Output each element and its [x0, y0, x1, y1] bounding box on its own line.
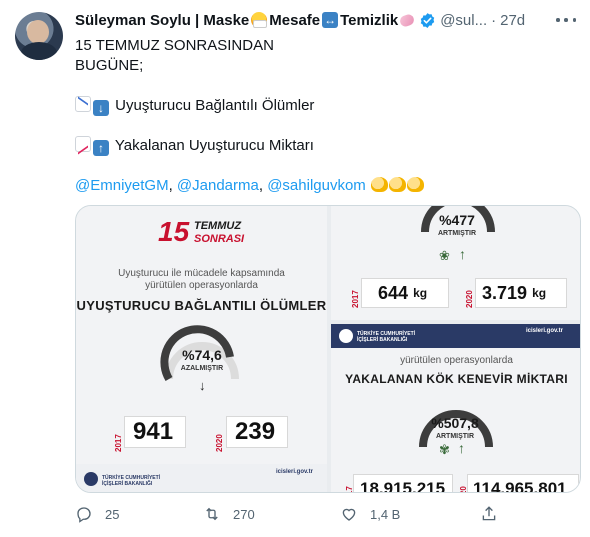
ministry-name: TÜRKİYE CUMHURİYETİ İÇİŞLERİ BAKANLIĞI [102, 475, 161, 487]
sonrasi-label: SONRASI [194, 233, 245, 245]
retweet-icon [206, 507, 218, 521]
cannabis-heading: YAKALANAN KÖK KENEVİR MİKTARI [345, 372, 568, 386]
mention-emniyetgm[interactable]: @EmniyetGM [75, 177, 169, 194]
temmuz-label: TEMMUZ [194, 220, 242, 232]
avatar-body [21, 42, 57, 60]
tweet-item-seized: ↑ Yakalanan Uyuşturucu Miktarı [75, 136, 575, 156]
author-name[interactable]: Süleyman Soylu | Maske [75, 12, 249, 29]
percent-seized-label: ARTMIŞTIR [437, 230, 477, 237]
chart-increasing-icon [75, 136, 91, 152]
value-unit: kg [413, 286, 428, 300]
retweet-count: 270 [233, 506, 255, 522]
cannabis-leaf-icon: ✾ [439, 442, 450, 457]
down-arrow-icon: ↓ [199, 378, 206, 393]
mentions-line: @EmniyetGM, @Jandarma, @sahilguvkom [75, 176, 575, 196]
value-number: 3.719 [482, 282, 528, 303]
retweet-button[interactable]: 270 [203, 505, 255, 523]
up-arrow-icon: ↑ [459, 246, 466, 262]
percent-deaths-label: AZALMIŞTIR [180, 365, 224, 372]
percent-cannabis: %507,8 [431, 415, 479, 431]
value-number: 644 [378, 282, 409, 303]
ministry-site: icisleri.gov.tr [276, 469, 313, 475]
separator-dot: · [491, 11, 497, 29]
left-right-arrow-emoji-icon: ↔ [322, 12, 339, 28]
infographic-seized-total[interactable]: %477 ARTMIŞTIR ❀ ↑ 2017 644 kg 2020 3.71… [331, 206, 580, 320]
ministry-site: icisleri.gov.tr [526, 328, 563, 334]
value-2017-seized: 644 kg [361, 278, 449, 308]
header-bar: TÜRKİYE CUMHURİYETİ İÇİŞLERİ BAKANLIĞI i… [331, 324, 580, 348]
tweet-line: 15 TEMMUZ SONRASINDAN [75, 37, 274, 54]
year-2020: 2020 [465, 290, 474, 308]
down-arrow-icon: ↓ [93, 100, 109, 116]
media-grid: 15 TEMMUZ SONRASI Uyuşturucu ile mücadel… [75, 205, 581, 493]
item-deaths-label: Uyuşturucu Bağlantılı Ölümler [115, 97, 315, 114]
year-2017: 2017 [351, 290, 360, 308]
ministry-logo-icon [84, 472, 98, 486]
footer-bar: TÜRKİYE CUMHURİYETİ İÇİŞLERİ BAKANLIĞI i… [76, 464, 327, 492]
value-2017-cannabis: 18.915.215 [353, 474, 453, 492]
share-button[interactable] [480, 505, 498, 523]
verified-badge-icon [420, 12, 435, 28]
mention-sahilguvkom[interactable]: @sahilguvkom [267, 177, 366, 194]
value-2020-deaths: 239 [226, 416, 288, 448]
subtitle-line-2: yürütülen operasyonlarda [145, 280, 258, 291]
infographic-cannabis-roots[interactable]: TÜRKİYE CUMHURİYETİ İÇİŞLERİ BAKANLIĞI i… [331, 324, 580, 492]
reply-button[interactable]: 25 [75, 505, 119, 523]
mention-jandarma[interactable]: @Jandarma [177, 177, 259, 194]
comma: , [168, 177, 173, 194]
year-2017: 2017 [114, 434, 123, 452]
author-handle[interactable]: @sul... [440, 12, 487, 29]
percent-seized: %477 [439, 212, 475, 228]
soap-emoji-icon [398, 12, 416, 28]
value-2020-cannabis: 114.965.801 [467, 474, 579, 492]
value-unit: kg [532, 286, 547, 300]
tweet-item-deaths: ↓ Uyuşturucu Bağlantılı Ölümler [75, 96, 575, 116]
tweet-time[interactable]: 27d [500, 12, 525, 29]
tweet-text: 15 TEMMUZ SONRASINDAN BUGÜNE; ↓ Uyuşturu… [75, 36, 575, 196]
subtitle: yürütülen operasyonlarda [400, 355, 513, 366]
author-name-part-3[interactable]: Temizlik [340, 12, 398, 29]
clapping-hands-icon [370, 177, 388, 192]
item-seized-label: Yakalanan Uyuşturucu Miktarı [114, 137, 314, 154]
year-2020: 2020 [215, 434, 224, 452]
tweet-actions: 25 270 1,4 B [75, 505, 515, 525]
infographic-deaths[interactable]: 15 TEMMUZ SONRASI Uyuşturucu ile mücadel… [76, 206, 327, 492]
percent-cannabis-label: ARTMIŞTIR [435, 433, 475, 440]
ministry-logo-icon [339, 329, 353, 343]
ministry-name: TÜRKİYE CUMHURİYETİ İÇİŞLERİ BAKANLIĞI [357, 331, 416, 343]
big-number-15: 15 [158, 216, 190, 247]
clapping-hands-icon [388, 177, 406, 192]
up-arrow-icon: ↑ [458, 440, 465, 456]
tweet-header: Süleyman Soylu | Maske Mesafe ↔ Temizlik… [75, 10, 525, 30]
tweet-line: BUGÜNE; [75, 57, 144, 74]
like-button[interactable]: 1,4 B [340, 505, 400, 523]
percent-deaths: %74,6 [182, 347, 222, 363]
avatar-face [27, 20, 49, 44]
share-icon [482, 506, 496, 521]
mask-emoji-icon [251, 12, 268, 28]
more-options-icon[interactable] [556, 12, 576, 28]
comma: , [258, 177, 264, 194]
subtitle-line-1: Uyuşturucu ile mücadele kapsamında [118, 268, 285, 279]
up-arrow-icon: ↑ [93, 140, 109, 156]
tweet[interactable]: Süleyman Soylu | Maske Mesafe ↔ Temizlik… [0, 0, 590, 537]
value-2017-deaths: 941 [124, 416, 186, 448]
chart-decreasing-icon [75, 96, 91, 112]
clapping-hands-icon [406, 177, 424, 192]
deaths-heading: UYUŞTURUCU BAĞLANTILI ÖLÜMLER [76, 298, 327, 313]
leaf-icon: ❀ [439, 248, 450, 263]
like-count: 1,4 B [370, 506, 401, 522]
value-2020-seized: 3.719 kg [475, 278, 567, 308]
reply-icon [77, 507, 91, 523]
author-name-part-2[interactable]: Mesafe [269, 12, 320, 29]
heart-icon [342, 508, 356, 521]
reply-count: 25 [105, 506, 120, 522]
avatar[interactable] [15, 12, 63, 60]
